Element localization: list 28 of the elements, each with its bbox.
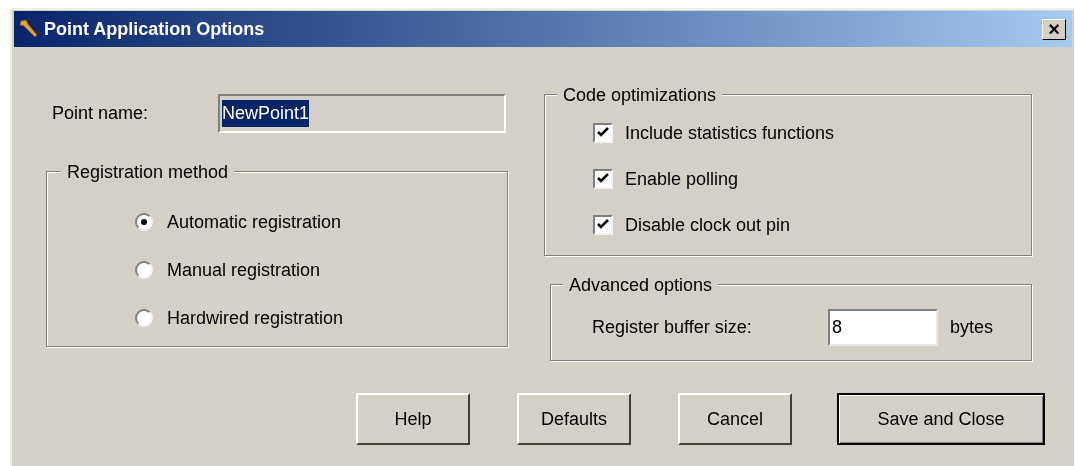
checkbox[interactable] (593, 123, 613, 143)
dialog-button[interactable]: Save and Close (837, 393, 1045, 445)
checkbox[interactable] (593, 169, 613, 189)
wrench-icon (18, 18, 40, 40)
check-mark-icon (597, 219, 609, 231)
check-mark-icon (597, 173, 609, 185)
radio-button[interactable] (135, 213, 153, 231)
window-title: Point Application Options (44, 17, 266, 41)
point-name-label: Point name: (51, 101, 150, 125)
dialog-button[interactable]: Cancel (678, 393, 792, 445)
point-name-field[interactable]: NewPoint1 (218, 93, 506, 133)
checkbox-label[interactable]: Include statistics functions (625, 119, 835, 147)
buffer-size-field[interactable]: 8 (828, 309, 938, 346)
unit-label: bytes (950, 316, 994, 339)
check-mark-icon (597, 127, 609, 139)
radio-button[interactable] (135, 261, 153, 279)
dialog-button[interactable]: Defaults (517, 393, 631, 445)
dialog-button[interactable]: Help (356, 393, 470, 445)
radio-label[interactable]: Hardwired registration (167, 304, 344, 332)
checkbox[interactable] (593, 215, 613, 235)
point-name-value: NewPoint1 (222, 99, 310, 127)
buffer-size-label: Register buffer size: (592, 316, 753, 339)
radio-label[interactable]: Manual registration (167, 256, 321, 284)
checkbox-label[interactable]: Enable polling (625, 165, 739, 193)
close-button[interactable]: × (1042, 18, 1066, 40)
checkbox-label[interactable]: Disable clock out pin (625, 211, 791, 239)
radio-label[interactable]: Automatic registration (167, 208, 342, 236)
radio-button[interactable] (135, 309, 153, 327)
